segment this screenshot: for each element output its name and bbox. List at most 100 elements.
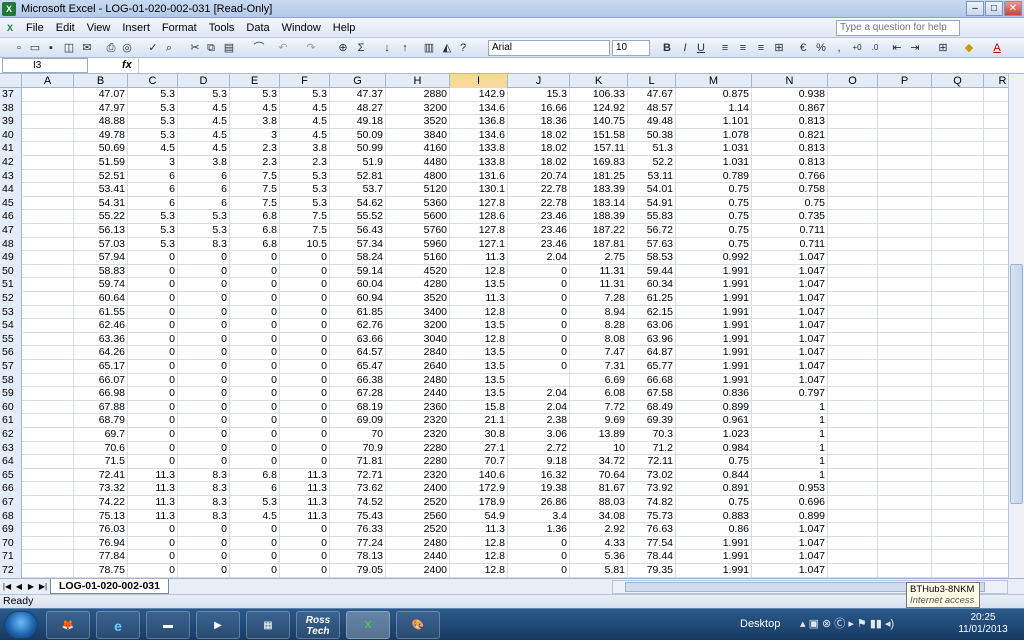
cell-n[interactable]: 1.047 [752,292,828,306]
cell-l[interactable]: 54.01 [628,183,676,197]
cell-d[interactable]: 0 [178,400,230,415]
cell-m[interactable]: 0.899 [676,400,752,415]
cell-e[interactable]: 0 [230,550,280,564]
cell-k[interactable]: 88.03 [570,496,628,510]
cell-q[interactable] [932,237,984,252]
cell-b[interactable]: 69.7 [74,428,128,442]
cell-o[interactable] [828,237,878,252]
row-header[interactable]: 39 [0,115,22,129]
cell-q[interactable] [932,400,984,415]
cell-m[interactable]: 0.75 [676,496,752,510]
cell-d[interactable]: 3.8 [178,156,230,170]
cell-q[interactable] [932,196,984,211]
cell-h[interactable]: 2520 [386,496,450,510]
cell-c[interactable]: 0 [128,278,178,292]
cell-r[interactable] [984,102,1008,116]
menu-help[interactable]: Help [327,18,362,38]
merge-center-icon[interactable]: ⊞ [772,41,786,55]
cell-o[interactable] [828,482,878,496]
cell-r[interactable] [984,319,1008,333]
help-icon[interactable]: ? [456,41,470,55]
cell-m[interactable]: 0.844 [676,468,752,483]
cell-j[interactable]: 23.46 [508,210,570,224]
cell-k[interactable]: 7.47 [570,346,628,360]
cell-g[interactable]: 50.09 [330,128,386,143]
cell-b[interactable]: 67.88 [74,400,128,415]
cell-r[interactable] [984,142,1008,156]
increase-indent-icon[interactable]: ⇥ [908,41,922,55]
cell-j[interactable]: 18.02 [508,142,570,156]
cell-m[interactable]: 0.961 [676,414,752,428]
decrease-decimal-icon[interactable]: .0 [868,41,882,55]
cell-h[interactable]: 4800 [386,169,450,184]
cell-q[interactable] [932,468,984,483]
cell-p[interactable] [878,278,932,292]
cell-i[interactable]: 134.6 [450,128,508,143]
cell-f[interactable]: 7.5 [280,210,330,224]
cell-h[interactable]: 2480 [386,373,450,388]
redo-icon[interactable]: ↷ [304,41,318,55]
cell-b[interactable]: 57.94 [74,251,128,265]
cell-f[interactable]: 11.3 [280,496,330,510]
cell-i[interactable]: 13.5 [450,373,508,388]
cell-h[interactable]: 5760 [386,224,450,238]
cell-f[interactable]: 7.5 [280,224,330,238]
cell-q[interactable] [932,169,984,184]
cell-c[interactable]: 0 [128,346,178,360]
cell-i[interactable]: 131.6 [450,169,508,184]
cell-o[interactable] [828,414,878,428]
cell-r[interactable] [984,414,1008,428]
cell-e[interactable]: 0 [230,332,280,347]
cell-d[interactable]: 0 [178,523,230,537]
cell-r[interactable] [984,278,1008,292]
cell-l[interactable]: 53.11 [628,169,676,184]
cell-n[interactable]: 0.821 [752,128,828,143]
cell-f[interactable]: 5.3 [280,169,330,184]
row-header[interactable]: 42 [0,156,22,170]
cell-e[interactable]: 0 [230,428,280,442]
cell-j[interactable]: 3.06 [508,428,570,442]
cell-k[interactable]: 9.69 [570,414,628,428]
cell-q[interactable] [932,319,984,333]
cell-a[interactable] [22,441,74,456]
cell-c[interactable]: 6 [128,183,178,197]
cell-o[interactable] [828,196,878,211]
cell-o[interactable] [828,156,878,170]
print-icon[interactable]: ⎙ [104,41,118,55]
cell-n[interactable]: 0.938 [752,88,828,102]
cell-b[interactable]: 51.59 [74,156,128,170]
cell-h[interactable]: 2320 [386,428,450,442]
cell-p[interactable] [878,142,932,156]
cell-h[interactable]: 5600 [386,210,450,224]
borders-icon[interactable]: ⊞ [936,41,950,55]
cell-g[interactable]: 79.05 [330,564,386,578]
cell-m[interactable]: 1.991 [676,278,752,292]
column-header-o[interactable]: O [828,74,878,88]
cell-i[interactable]: 142.9 [450,88,508,102]
cell-n[interactable]: 1 [752,428,828,442]
column-header-i[interactable]: I [450,74,508,88]
cell-a[interactable] [22,332,74,347]
cell-c[interactable]: 0 [128,523,178,537]
cell-q[interactable] [932,564,984,578]
cell-q[interactable] [932,142,984,156]
cell-q[interactable] [932,387,984,401]
cell-q[interactable] [932,482,984,496]
cell-a[interactable] [22,346,74,360]
cell-c[interactable]: 5.3 [128,128,178,143]
email-icon[interactable]: ✉ [80,41,94,55]
cell-i[interactable]: 11.3 [450,523,508,537]
cell-n[interactable]: 1.047 [752,278,828,292]
cell-a[interactable] [22,428,74,442]
decrease-indent-icon[interactable]: ⇤ [890,41,904,55]
cell-e[interactable]: 4.5 [230,101,280,116]
cell-g[interactable]: 57.34 [330,237,386,252]
cell-d[interactable]: 0 [178,550,230,564]
cell-r[interactable] [984,428,1008,442]
cell-i[interactable]: 127.1 [450,237,508,252]
help-question-input[interactable]: Type a question for help [836,20,960,36]
cell-b[interactable]: 52.51 [74,169,128,184]
italic-icon[interactable]: I [678,41,692,55]
cell-a[interactable] [22,88,74,102]
cell-r[interactable] [984,564,1008,578]
